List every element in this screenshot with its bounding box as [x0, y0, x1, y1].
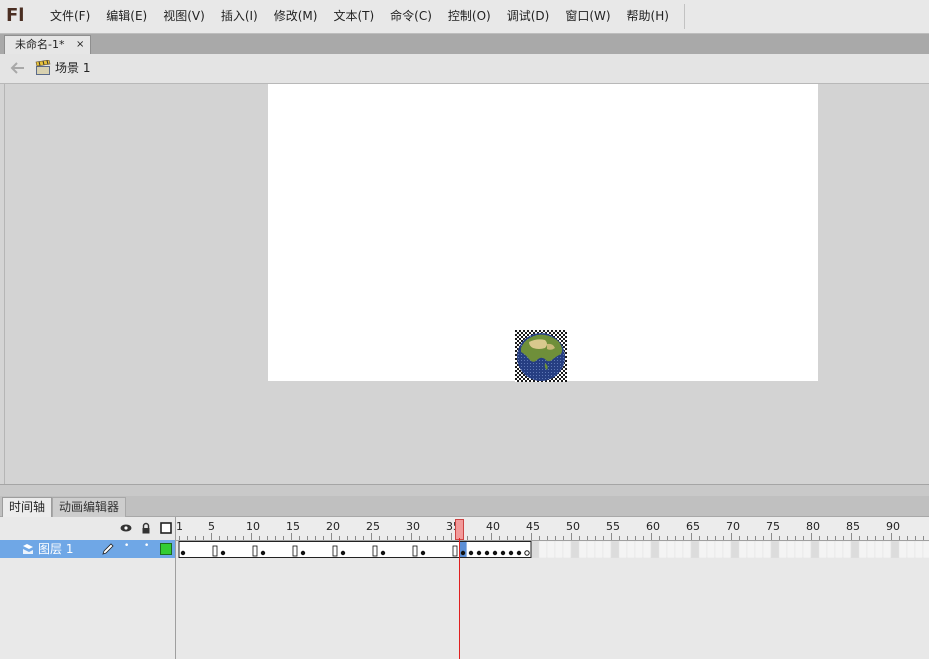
ruler-label: 40 — [486, 520, 500, 533]
ruler-label: 70 — [726, 520, 740, 533]
lock-dot[interactable]: • — [144, 541, 149, 551]
layer-name[interactable]: 图层 1 — [38, 542, 73, 556]
layer-row[interactable]: 图层 1 • • — [0, 540, 175, 558]
menu-item[interactable]: 控制(O) — [440, 0, 499, 33]
ruler-label: 50 — [566, 520, 580, 533]
menu-item[interactable]: 文件(F) — [42, 0, 98, 33]
layers-column — [0, 517, 176, 659]
menu-item[interactable]: 插入(I) — [213, 0, 266, 33]
keyframe[interactable] — [508, 550, 514, 556]
globe-symbol[interactable] — [515, 330, 567, 382]
keyframe[interactable] — [300, 550, 306, 556]
flash-logo: Fl — [6, 5, 25, 26]
ruler-label: 30 — [406, 520, 420, 533]
menu-item[interactable]: 编辑(E) — [98, 0, 155, 33]
menu-item[interactable]: 窗口(W) — [557, 0, 618, 33]
lock-icon[interactable] — [140, 522, 152, 534]
ruler-label: 15 — [286, 520, 300, 533]
back-arrow-icon[interactable] — [10, 61, 26, 75]
menu-item[interactable]: 命令(C) — [382, 0, 440, 33]
keyframe[interactable] — [468, 550, 474, 556]
keyframe[interactable] — [492, 550, 498, 556]
layer-frames[interactable] — [176, 541, 929, 558]
ruler-label: 1 — [176, 520, 183, 533]
keyframe[interactable] — [476, 550, 482, 556]
menu-items: 文件(F) 编辑(E) 视图(V) 插入(I) 修改(M) 文本(T) 命令(C) 控制(O)… — [42, 0, 677, 33]
ruler-label: 75 — [766, 520, 780, 533]
menu-bar: Fl 文件(F) 编辑(E) 视图(V) 插入(I) 修改(M) 文本(T) 命令(C) 控制… — [0, 0, 929, 34]
ruler-label: 5 — [208, 520, 215, 533]
ruler-label: 65 — [686, 520, 700, 533]
outline-color-swatch[interactable] — [160, 543, 172, 555]
visibility-dot[interactable]: • — [124, 541, 129, 551]
ruler-label: 85 — [846, 520, 860, 533]
keyframe[interactable] — [180, 550, 186, 556]
playhead[interactable] — [455, 519, 464, 540]
menu-item[interactable]: 视图(V) — [155, 0, 213, 33]
scene-label[interactable]: 场景 1 — [55, 61, 90, 75]
panel-tab-bar: 时间轴 动画编辑器 — [0, 496, 929, 517]
keyframe[interactable] — [220, 550, 226, 556]
pencil-icon — [102, 543, 114, 555]
tab-timeline[interactable]: 时间轴 — [2, 497, 53, 517]
keyframe[interactable] — [260, 550, 266, 556]
scene-icon — [35, 60, 51, 75]
menu-item[interactable]: 修改(M) — [266, 0, 326, 33]
playhead-line — [459, 538, 460, 659]
ruler-label: 45 — [526, 520, 540, 533]
edit-bar: 场景 1 — [0, 54, 929, 84]
ruler-label: 10 — [246, 520, 260, 533]
menu-item[interactable]: 文本(T) — [325, 0, 382, 33]
ruler-label: 55 — [606, 520, 620, 533]
layer-icon — [23, 544, 33, 554]
keyframe[interactable] — [500, 550, 506, 556]
menu-separator — [684, 4, 685, 29]
keyframe[interactable] — [516, 550, 522, 556]
tab-motion-editor[interactable]: 动画编辑器 — [52, 497, 127, 517]
document-tab-title: 未命名-1* — [15, 38, 65, 51]
keyframe[interactable] — [380, 550, 386, 556]
ruler-label: 20 — [326, 520, 340, 533]
keyframe[interactable] — [340, 550, 346, 556]
ruler-label: 80 — [806, 520, 820, 533]
ruler-label: 60 — [646, 520, 660, 533]
eye-icon[interactable] — [120, 522, 132, 534]
keyframe[interactable] — [420, 550, 426, 556]
ruler-label: 25 — [366, 520, 380, 533]
ruler-label: 90 — [886, 520, 900, 533]
menu-item[interactable]: 调试(D) — [499, 0, 558, 33]
document-tab-bar: 未命名-1* × — [0, 34, 929, 55]
menu-item[interactable]: 帮助(H) — [619, 0, 677, 33]
document-tab[interactable]: 未命名-1* × — [4, 35, 91, 55]
keyframe[interactable] — [484, 550, 490, 556]
outline-icon[interactable] — [160, 522, 172, 534]
close-icon[interactable]: × — [76, 36, 84, 54]
keyframe[interactable] — [460, 550, 466, 556]
